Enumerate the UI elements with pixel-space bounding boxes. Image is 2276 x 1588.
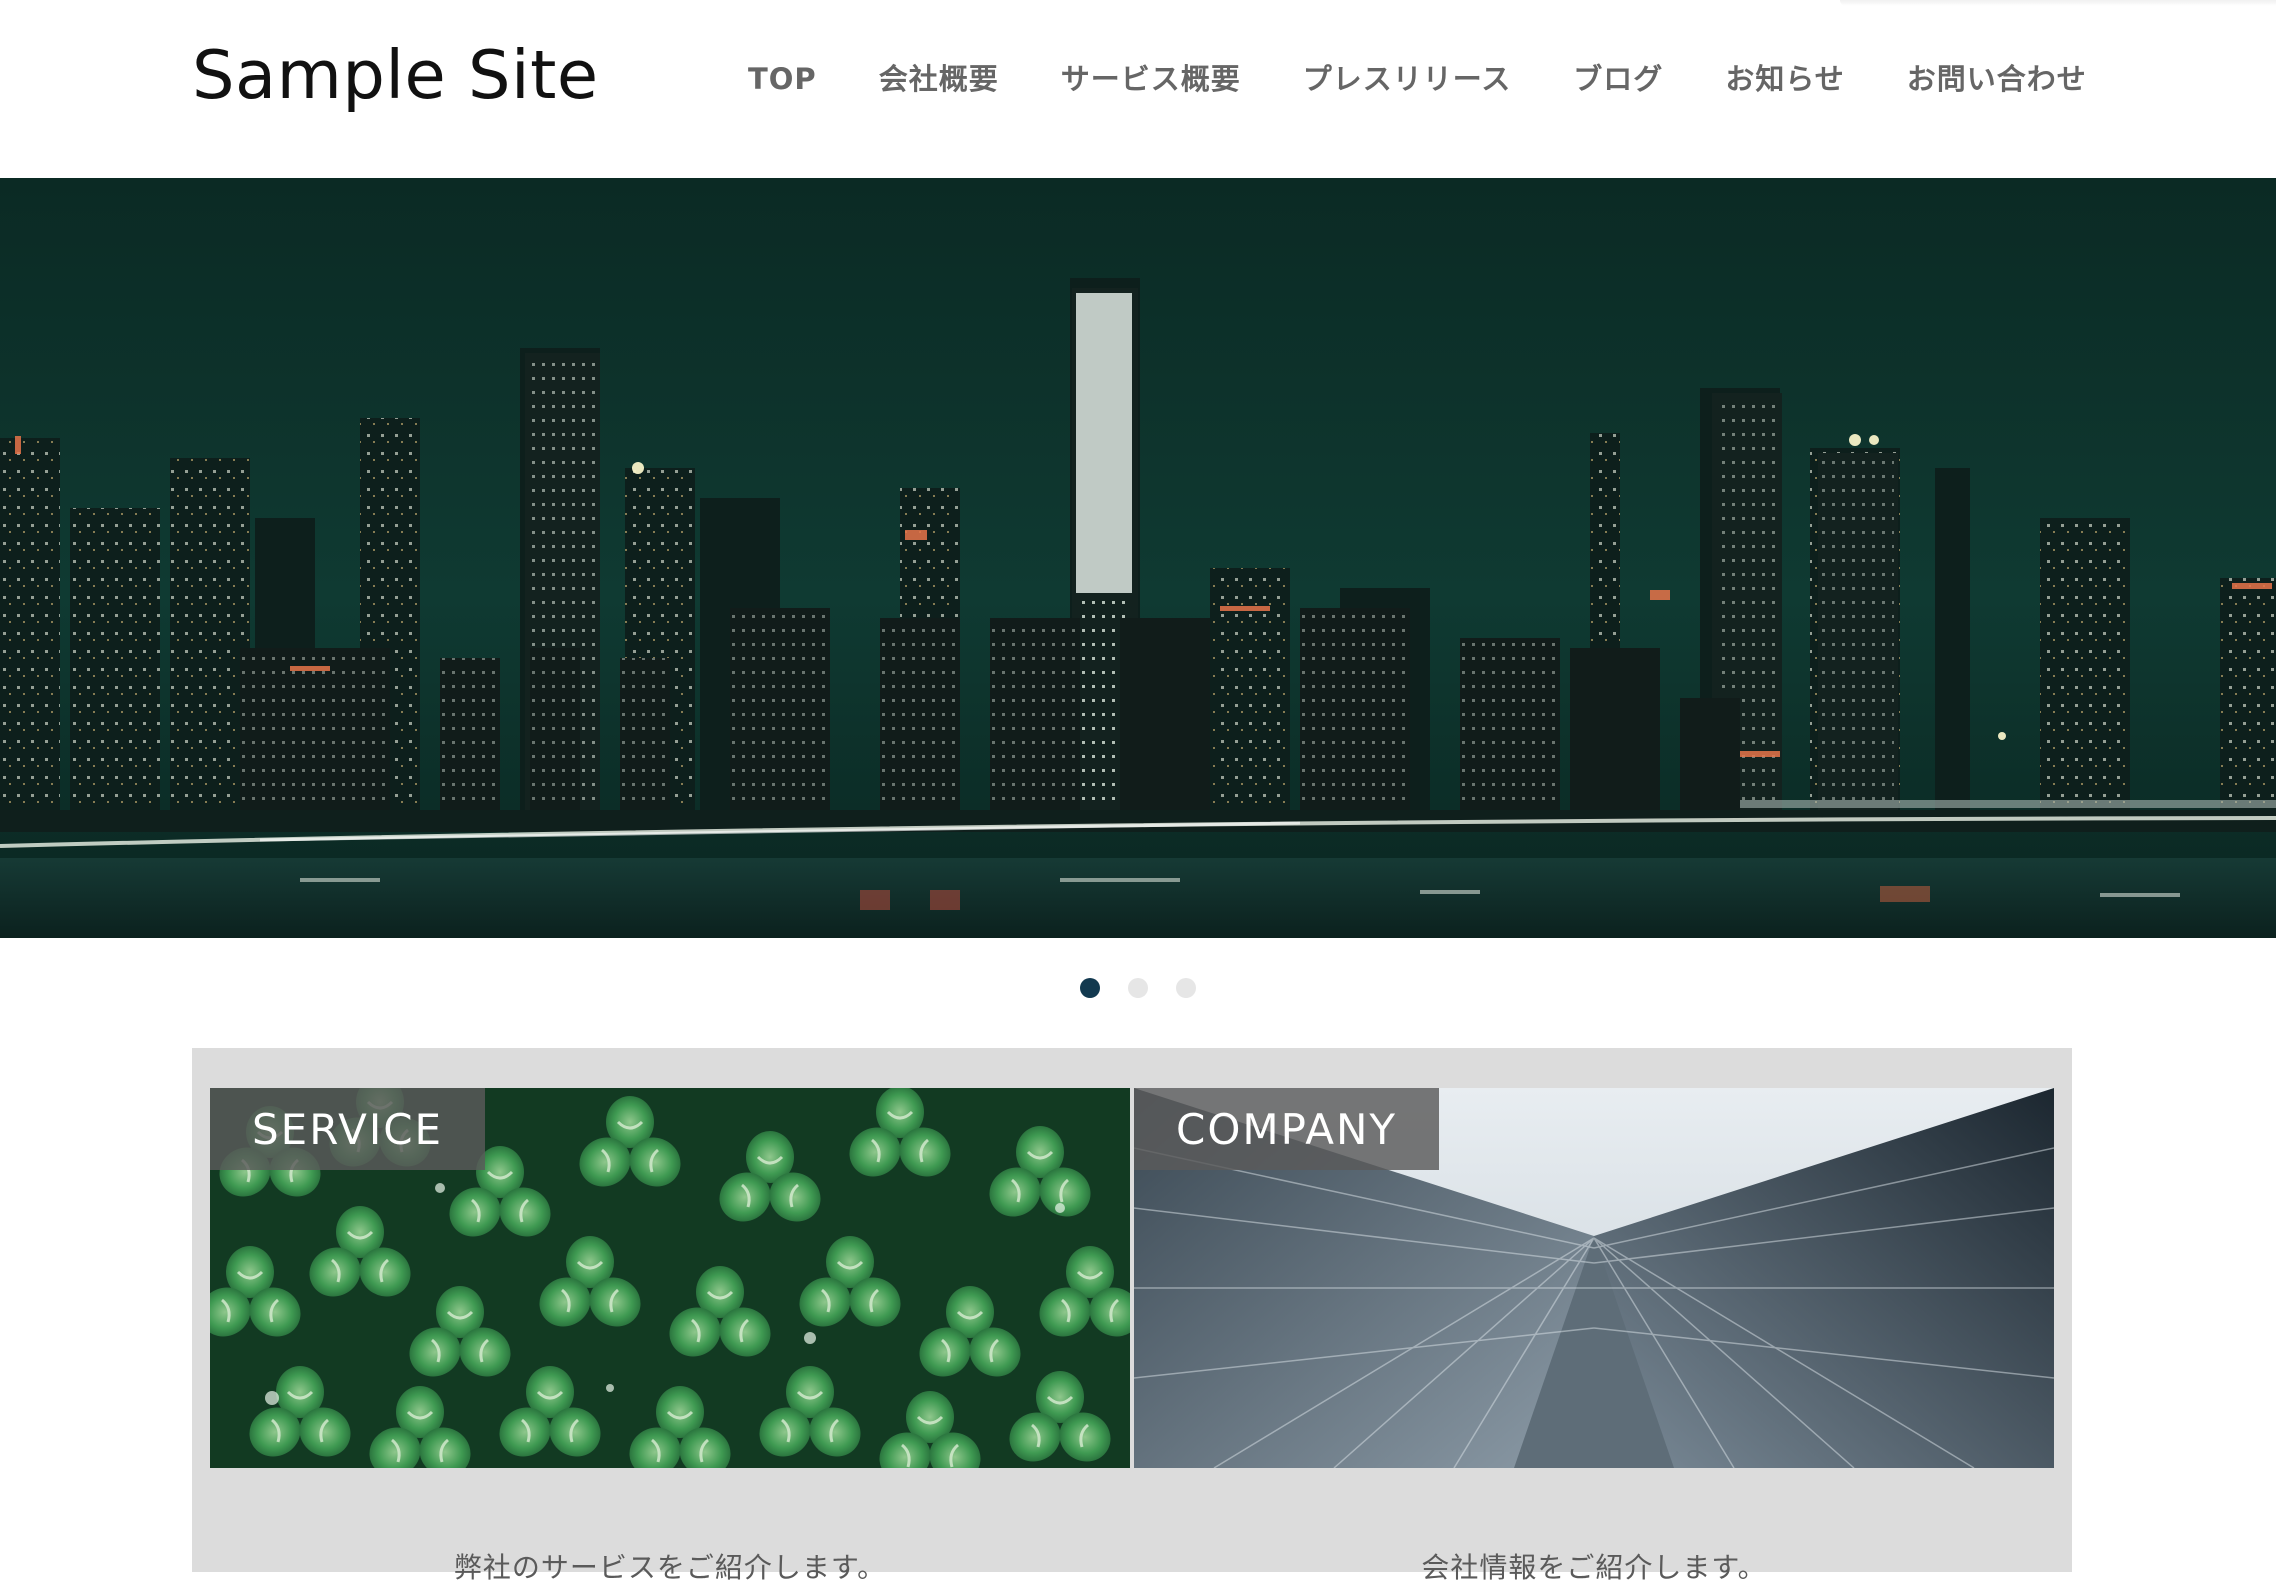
- service-card-image[interactable]: SERVICE: [210, 1088, 1130, 1468]
- hero-city-skyline-image: [0, 178, 2276, 938]
- slider-dot-1[interactable]: [1080, 978, 1100, 998]
- nav-item-press-release[interactable]: プレスリリース: [1303, 54, 1512, 104]
- nav-item-contact[interactable]: お問い合わせ: [1907, 54, 2087, 104]
- nav-item-blog[interactable]: ブログ: [1573, 54, 1663, 104]
- site-header: Sample Site TOP 会社概要 サービス概要 プレスリリース ブログ …: [0, 0, 2276, 178]
- nav-item-top[interactable]: TOP: [748, 54, 817, 104]
- company-card-image[interactable]: COMPANY: [1134, 1088, 2054, 1468]
- company-card-label: COMPANY: [1134, 1088, 1440, 1170]
- slider-dot-2[interactable]: [1128, 978, 1148, 998]
- nav-item-company-overview[interactable]: 会社概要: [879, 54, 999, 104]
- nav-item-service-overview[interactable]: サービス概要: [1061, 54, 1241, 104]
- slider-dot-3[interactable]: [1176, 978, 1196, 998]
- site-title-logo[interactable]: Sample Site: [192, 30, 599, 120]
- hero-slider[interactable]: [0, 178, 2276, 938]
- nav-item-news[interactable]: お知らせ: [1725, 54, 1844, 104]
- service-card[interactable]: SERVICE 弊社のサービスをご紹介します。: [210, 1088, 1130, 1584]
- company-card-description: 会社情報をご紹介します。: [1421, 1551, 1767, 1584]
- header-shadow: [1840, 0, 2276, 6]
- main-nav: TOP 会社概要 サービス概要 プレスリリース ブログ お知らせ お問い合わせ: [748, 54, 2087, 104]
- slider-pagination: [1080, 977, 1196, 999]
- service-card-description: 弊社のサービスをご紹介します。: [453, 1551, 887, 1584]
- service-card-label: SERVICE: [210, 1088, 486, 1170]
- feature-cards-section: SERVICE 弊社のサービスをご紹介します。 COMPANY 会社情報をご紹介…: [192, 1048, 2072, 1584]
- company-card[interactable]: COMPANY 会社情報をご紹介します。: [1134, 1088, 2054, 1584]
